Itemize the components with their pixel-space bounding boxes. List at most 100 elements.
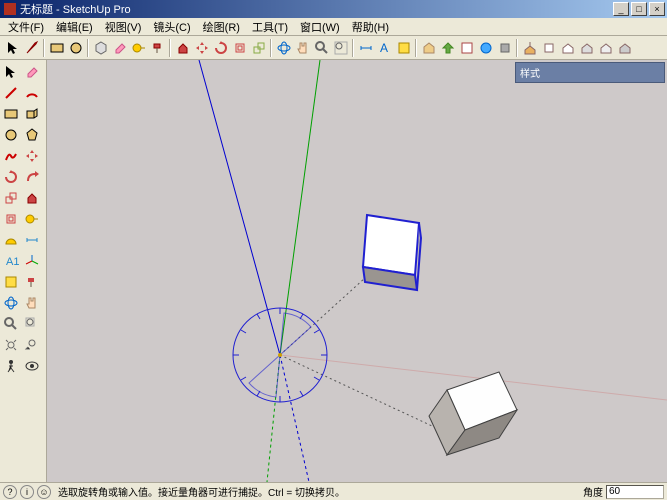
side-followme[interactable] [22,167,42,187]
side-zoom[interactable] [1,314,21,334]
circle-tool[interactable] [66,38,85,57]
maximize-button[interactable]: □ [631,2,647,16]
circle-icon [3,127,19,143]
tape-tool[interactable] [129,38,148,57]
share-tool[interactable] [438,38,457,57]
menu-view[interactable]: 视图(V) [101,18,146,36]
eraser-icon [24,64,40,80]
look-icon [24,358,40,374]
getmodel-tool[interactable] [419,38,438,57]
offset-tool[interactable] [230,38,249,57]
zoom-extents-tool[interactable] [331,38,350,57]
statusbar: ? i ☺ 选取旋转角或输入值。接近量角器可进行捕捉。Ctrl = 切换拷贝。 … [0,482,667,500]
separator [415,39,417,57]
globe-tool[interactable] [476,38,495,57]
rotate-icon [3,169,19,185]
side-tape[interactable] [22,209,42,229]
view-back[interactable] [596,38,615,57]
scale-tool[interactable] [249,38,268,57]
status-help-icon[interactable]: ? [3,485,17,499]
paint-tool[interactable] [148,38,167,57]
side-rect[interactable] [1,104,21,124]
side-zoomprev[interactable] [22,335,42,355]
zoom-extents-icon [333,40,349,56]
extensions-tool[interactable] [495,38,514,57]
view-front[interactable] [558,38,577,57]
side-walk[interactable] [1,356,21,376]
orbit-tool[interactable] [274,38,293,57]
viewport[interactable]: 样式 [47,60,667,482]
side-zoomext[interactable] [1,335,21,355]
pushpull-tool[interactable] [173,38,192,57]
view-top[interactable] [539,38,558,57]
view-iso[interactable] [520,38,539,57]
side-circle[interactable] [1,125,21,145]
angle-input[interactable] [606,485,664,499]
side-protractor[interactable] [1,230,21,250]
side-paint[interactable] [22,272,42,292]
side-select[interactable] [1,62,21,82]
side-text[interactable]: A1 [1,251,21,271]
menu-tools[interactable]: 工具(T) [248,18,292,36]
tape-icon [131,40,147,56]
side-pan[interactable] [22,293,42,313]
side-axes[interactable] [22,251,42,271]
layout-tool[interactable] [457,38,476,57]
menu-window[interactable]: 窗口(W) [296,18,344,36]
dimension-tool[interactable] [356,38,375,57]
side-look[interactable] [22,356,42,376]
pushpull-icon [24,190,40,206]
svg-text:A1: A1 [6,256,19,268]
rotate-tool[interactable] [211,38,230,57]
side-section[interactable] [1,272,21,292]
component-icon [93,40,109,56]
zoom-tool[interactable] [312,38,331,57]
axes-icon [24,253,40,269]
side-pushpull[interactable] [22,188,42,208]
window-title: 无标题 - SketchUp Pro [20,1,131,17]
menu-file[interactable]: 文件(F) [4,18,48,36]
side-polygon[interactable] [22,125,42,145]
side-line[interactable] [1,83,21,103]
toolbar-main: A [0,36,667,60]
menu-camera[interactable]: 镜头(C) [149,18,194,36]
close-button[interactable]: × [649,2,665,16]
side-move[interactable] [22,146,42,166]
menu-help[interactable]: 帮助(H) [348,18,393,36]
line-tool[interactable] [22,38,41,57]
side-arc[interactable] [22,83,42,103]
minimize-button[interactable]: _ [613,2,629,16]
circle-icon [68,40,84,56]
side-rect3d[interactable] [22,104,42,124]
zoom-icon [314,40,330,56]
section-tool[interactable] [394,38,413,57]
text-tool[interactable]: A [375,38,394,57]
side-eraser[interactable] [22,62,42,82]
side-scale[interactable] [1,188,21,208]
status-info-icon[interactable]: i [20,485,34,499]
menu-edit[interactable]: 编辑(E) [52,18,97,36]
view-left[interactable] [615,38,634,57]
side-orbit[interactable] [1,293,21,313]
select-tool[interactable] [3,38,22,57]
side-zoomwin[interactable] [22,314,42,334]
arc-icon [24,85,40,101]
side-rotate[interactable] [1,167,21,187]
status-user-icon[interactable]: ☺ [37,485,51,499]
side-offset[interactable] [1,209,21,229]
menu-draw[interactable]: 绘图(R) [199,18,244,36]
protractor-icon [3,232,19,248]
side-dimension[interactable] [22,230,42,250]
move-tool[interactable] [192,38,211,57]
view-right[interactable] [577,38,596,57]
rect-tool[interactable] [47,38,66,57]
pan-tool[interactable] [293,38,312,57]
house-iso-icon [522,40,538,56]
house-right-icon [579,40,595,56]
styles-panel-header[interactable]: 样式 [515,62,665,83]
side-freehand[interactable] [1,146,21,166]
eraser-tool[interactable] [110,38,129,57]
move-icon [24,148,40,164]
component-tool[interactable] [91,38,110,57]
pushpull-icon [175,40,191,56]
